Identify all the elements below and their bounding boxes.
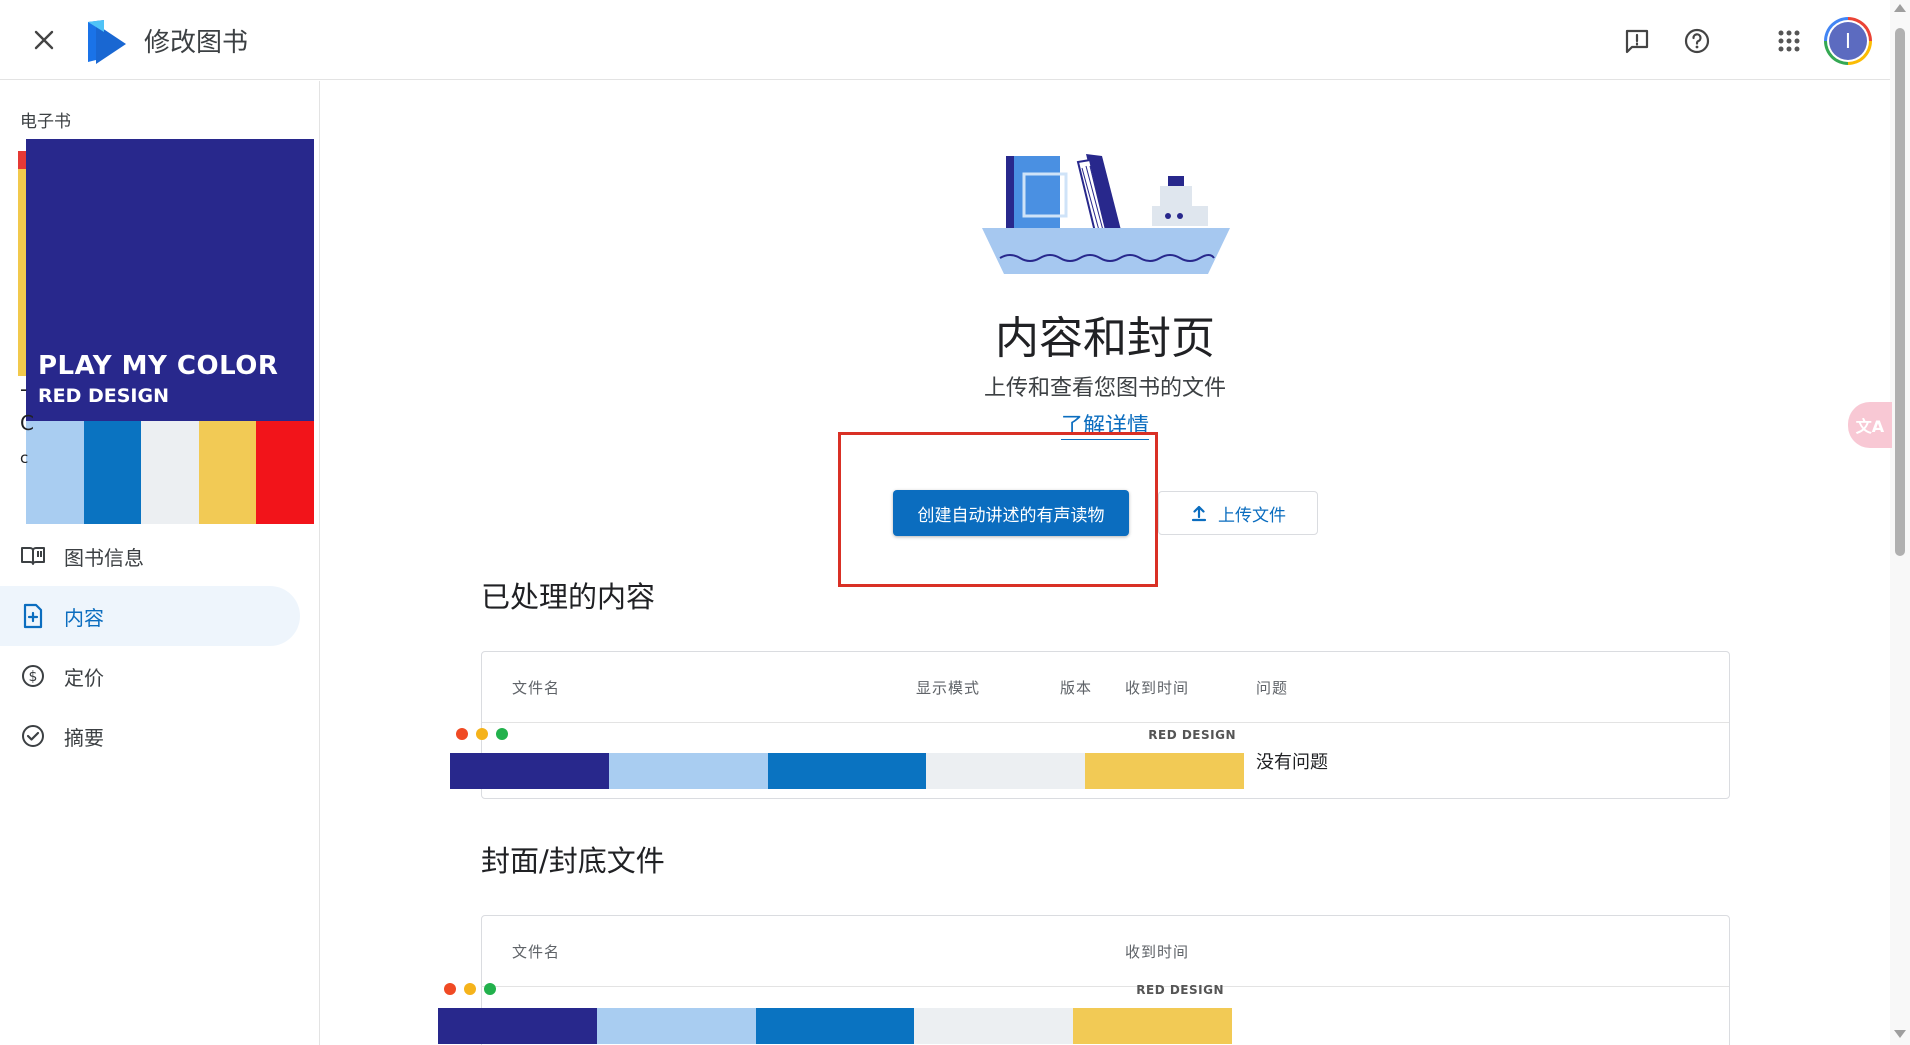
cover-subtitle: RED DESIGN (38, 385, 169, 407)
nav-label: 内容 (64, 605, 104, 630)
translate-extension-button[interactable]: 文A (1848, 402, 1892, 448)
scroll-thumb[interactable] (1895, 28, 1905, 556)
cover-stripe (256, 421, 314, 524)
cover-stripes (26, 421, 314, 524)
top-app-bar: 修改图书 I (0, 0, 1890, 80)
column-header: 版本 (1060, 679, 1093, 697)
content-subtitle: 上传和查看您图书的文件 (983, 376, 1226, 401)
content-title: 内容和封页 (995, 313, 1215, 364)
column-header: 文件名 (512, 679, 561, 697)
thumb-label: RED DESIGN (1148, 728, 1236, 742)
account-avatar[interactable]: I (1824, 17, 1872, 65)
thumb-stripe (1085, 753, 1244, 789)
nav-label: 摘要 (64, 725, 104, 750)
column-header: 收到时间 (1125, 679, 1190, 697)
sidebar: 电子书 PLAY MY COLOR RED DESIGN - C c 图书信息 … (0, 81, 320, 1045)
red-dot-icon (456, 728, 468, 740)
book-open-icon (20, 543, 46, 569)
page-title: 修改图书 (144, 28, 249, 58)
green-dot-icon (496, 728, 508, 740)
cover-stripe (26, 421, 84, 524)
book-cover-preview: PLAY MY COLOR RED DESIGN (18, 139, 318, 539)
scroll-down-arrow-icon[interactable] (1894, 1030, 1906, 1038)
feedback-icon (1625, 29, 1649, 54)
cover-title: PLAY MY COLOR (38, 351, 279, 381)
thumb-stripe (608, 753, 768, 789)
help-icon (1684, 28, 1710, 54)
nav-content[interactable]: 内容 (0, 586, 300, 646)
book-cover: PLAY MY COLOR RED DESIGN (26, 139, 314, 524)
cover-stripe (198, 421, 257, 524)
close-button[interactable] (26, 22, 62, 58)
red-dot-icon (444, 983, 456, 995)
table-row[interactable]: RED DESIGN (450, 722, 1244, 790)
partial-glyph: C (20, 411, 34, 435)
thumb-stripe (596, 1008, 756, 1044)
play-books-logo-icon (88, 20, 126, 64)
column-header: 文件名 (512, 943, 561, 961)
apps-grid-icon (1778, 30, 1800, 52)
file-add-icon (20, 603, 46, 629)
cover-stripe (141, 421, 199, 524)
cover-stripe (83, 421, 142, 524)
thumb-stripe (438, 1008, 597, 1044)
ebook-label: 电子书 (20, 112, 71, 132)
partial-glyph: - (20, 377, 28, 401)
issue-status: 没有问题 (1256, 752, 1328, 773)
thumb-stripe (767, 753, 927, 789)
processed-content-heading: 已处理的内容 (481, 580, 656, 614)
cover-files-heading: 封面/封底文件 (481, 844, 665, 878)
file-thumbnail-stripes (450, 753, 1244, 789)
thumb-stripe (1073, 1008, 1232, 1044)
yellow-dot-icon (476, 728, 488, 740)
column-header: 问题 (1256, 679, 1289, 697)
partial-glyph: c (20, 449, 29, 467)
column-header: 收到时间 (1125, 943, 1190, 961)
avatar-initial: I (1829, 22, 1867, 60)
upload-icon (1191, 505, 1207, 522)
help-button[interactable] (1680, 24, 1714, 58)
green-dot-icon (484, 983, 496, 995)
column-header: 显示模式 (916, 679, 981, 697)
nav-book-info[interactable]: 图书信息 (0, 526, 300, 586)
apps-button[interactable] (1772, 24, 1806, 58)
scroll-up-arrow-icon[interactable] (1894, 4, 1906, 12)
avatar-ring: I (1827, 20, 1869, 62)
window-dots (444, 983, 496, 995)
upload-file-label: 上传文件 (1218, 505, 1286, 526)
thumb-label: RED DESIGN (1136, 983, 1224, 997)
thumb-stripe (755, 1008, 915, 1044)
thumb-stripe (450, 753, 609, 789)
window-dots (456, 728, 508, 740)
feedback-button[interactable] (1620, 24, 1654, 58)
upload-file-button[interactable]: 上传文件 (1158, 491, 1318, 535)
file-thumbnail-stripes (438, 1008, 1232, 1044)
thumb-stripe (914, 1008, 1074, 1044)
page-scrollbar[interactable] (1890, 0, 1910, 1045)
nav-label: 图书信息 (64, 545, 144, 570)
nav-label: 定价 (64, 665, 104, 690)
cover-top-panel: PLAY MY COLOR RED DESIGN (26, 139, 314, 421)
table-row[interactable]: RED DESIGN (438, 977, 1232, 1045)
create-audiobook-button[interactable]: 创建自动讲述的有声读物 (893, 490, 1129, 536)
svg-text:$: $ (29, 669, 38, 685)
dollar-circle-icon: $ (20, 663, 46, 689)
close-icon (34, 30, 54, 50)
check-circle-icon (20, 723, 46, 749)
nav-summary[interactable]: 摘要 (0, 706, 300, 766)
thumb-stripe (926, 753, 1086, 789)
nav-pricing[interactable]: $ 定价 (0, 646, 300, 706)
yellow-dot-icon (464, 983, 476, 995)
books-ship-illustration (982, 154, 1230, 274)
